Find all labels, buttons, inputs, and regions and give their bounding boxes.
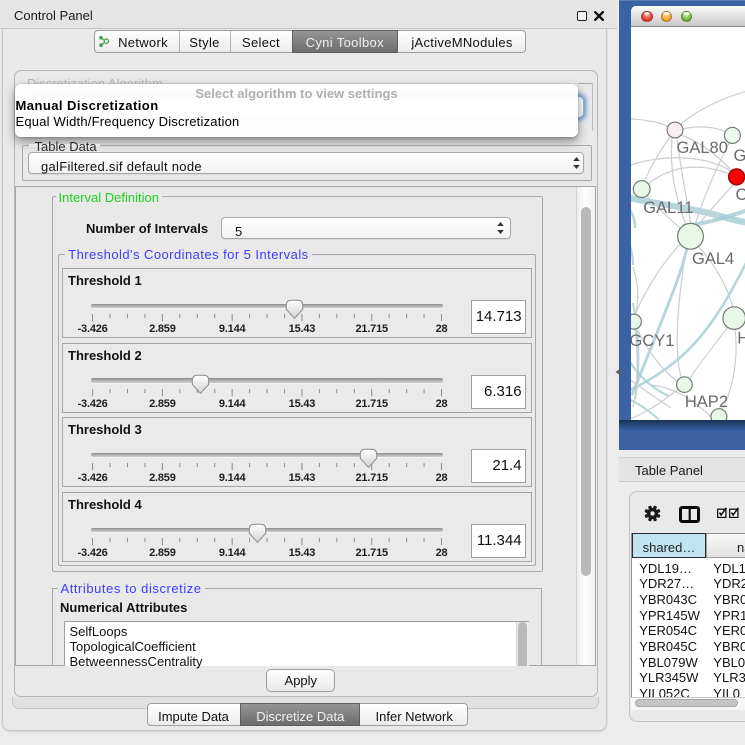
svg-text:GAL4: GAL4 [692, 250, 734, 268]
svg-text:GA: GA [734, 147, 745, 165]
svg-text:GAL11: GAL11 [643, 199, 693, 217]
svg-text:C: C [736, 186, 745, 204]
svg-text:GAL80: GAL80 [677, 139, 728, 157]
svg-text:H: H [737, 330, 745, 348]
svg-text:GCY1: GCY1 [631, 332, 674, 350]
svg-text:HAP2: HAP2 [685, 393, 728, 411]
